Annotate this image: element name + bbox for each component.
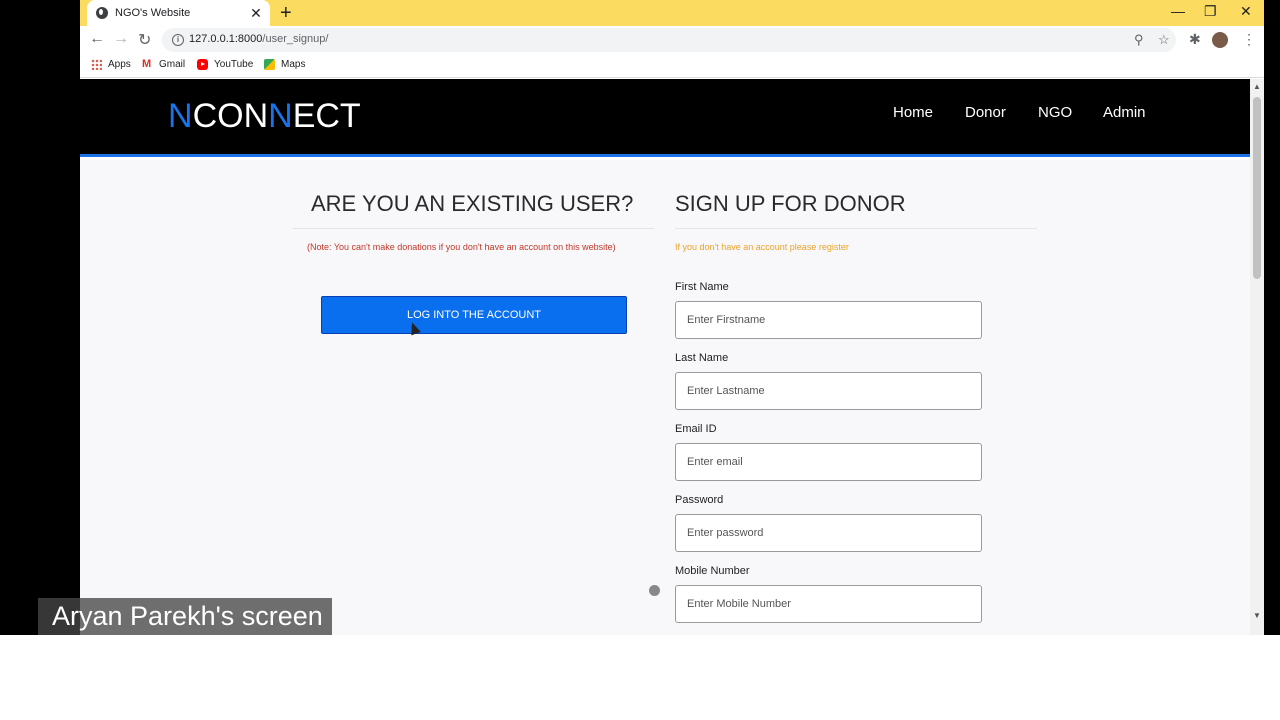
star-icon[interactable]: ☆ bbox=[1158, 32, 1170, 48]
divider bbox=[675, 228, 1037, 229]
menu-icon[interactable]: ⋮ bbox=[1242, 31, 1256, 48]
signup-heading: SIGN UP FOR DONOR bbox=[675, 191, 906, 216]
mobile-input[interactable] bbox=[675, 585, 982, 623]
nav-donor[interactable]: Donor bbox=[965, 104, 1006, 121]
nav-home[interactable]: Home bbox=[893, 104, 933, 121]
scroll-down-icon[interactable]: ▼ bbox=[1253, 611, 1261, 620]
site-logo[interactable]: NCONNECT bbox=[168, 97, 361, 136]
tab-title: NGO's Website bbox=[115, 7, 191, 19]
page-content: ARE YOU AN EXISTING USER? (Note: You can… bbox=[80, 160, 1250, 635]
bookmark-label: Gmail bbox=[159, 59, 186, 70]
existing-user-heading: ARE YOU AN EXISTING USER? bbox=[311, 191, 634, 216]
tab-strip: NGO's Website ✕ + — ❐ ✕ bbox=[80, 0, 1264, 26]
youtube-icon bbox=[197, 59, 208, 70]
logo-part: N bbox=[268, 97, 293, 135]
bookmarks-bar: Apps M Gmail YouTube Maps bbox=[80, 54, 1264, 78]
gmail-icon: M bbox=[142, 58, 152, 70]
minimize-button[interactable]: — bbox=[1171, 3, 1185, 19]
indicator-dot bbox=[649, 585, 660, 596]
last-name-input[interactable] bbox=[675, 372, 982, 410]
mobile-label: Mobile Number bbox=[675, 565, 750, 577]
address-bar[interactable]: i 127.0.0.1:8000/user_signup/ ⚲ ☆ bbox=[162, 28, 1176, 52]
new-tab-button[interactable]: + bbox=[280, 2, 292, 25]
url-text: 127.0.0.1:8000/user_signup/ bbox=[189, 33, 328, 45]
email-label: Email ID bbox=[675, 423, 717, 435]
tab-close-icon[interactable]: ✕ bbox=[248, 5, 264, 22]
url-host: 127.0.0.1:8000 bbox=[189, 33, 263, 45]
site-info-icon[interactable]: i bbox=[172, 34, 184, 46]
profile-avatar[interactable] bbox=[1212, 32, 1228, 48]
site-header: NCONNECT Home Donor NGO Admin bbox=[80, 79, 1250, 157]
password-input[interactable] bbox=[675, 514, 982, 552]
first-name-input[interactable] bbox=[675, 301, 982, 339]
scroll-up-icon[interactable]: ▲ bbox=[1253, 82, 1261, 91]
bookmark-label: Maps bbox=[281, 59, 306, 70]
password-label: Password bbox=[675, 494, 724, 506]
bookmark-youtube[interactable]: YouTube bbox=[197, 59, 253, 70]
screen-share-caption: Aryan Parekh's screen bbox=[38, 598, 332, 635]
divider bbox=[293, 228, 654, 229]
tab-ngo-website[interactable]: NGO's Website ✕ bbox=[87, 0, 270, 26]
left-letterbox bbox=[0, 0, 80, 635]
email-input[interactable] bbox=[675, 443, 982, 481]
extensions-icon[interactable]: ✱ bbox=[1189, 31, 1201, 48]
right-letterbox bbox=[1264, 0, 1280, 635]
page-scrollbar[interactable]: ▲ ▼ bbox=[1250, 79, 1264, 635]
bookmark-label: YouTube bbox=[214, 59, 254, 70]
logo-part: ECT bbox=[292, 97, 361, 135]
bookmark-gmail[interactable]: M Gmail bbox=[142, 58, 186, 71]
first-name-label: First Name bbox=[675, 281, 729, 293]
zoom-icon[interactable]: ⚲ bbox=[1134, 32, 1144, 48]
nav-admin[interactable]: Admin bbox=[1103, 104, 1146, 121]
browser-window: NGO's Website ✕ + — ❐ ✕ ← → ↻ i 127.0.0.… bbox=[80, 0, 1264, 635]
logo-part: CON bbox=[192, 97, 269, 135]
logo-part: N bbox=[168, 97, 193, 135]
bottom-area bbox=[0, 635, 1280, 720]
apps-icon bbox=[91, 59, 102, 70]
register-note: If you don't have an account please regi… bbox=[675, 242, 849, 252]
url-path: /user_signup/ bbox=[262, 33, 329, 45]
maps-icon bbox=[264, 59, 275, 70]
bookmark-maps[interactable]: Maps bbox=[264, 59, 305, 70]
bookmark-label: Apps bbox=[108, 59, 131, 70]
reload-button[interactable]: ↻ bbox=[138, 30, 151, 50]
forward-button[interactable]: → bbox=[113, 30, 129, 48]
login-button[interactable]: LOG INTO THE ACCOUNT bbox=[321, 296, 627, 334]
back-button[interactable]: ← bbox=[89, 30, 105, 48]
donation-note: (Note: You can't make donations if you d… bbox=[307, 242, 616, 252]
last-name-label: Last Name bbox=[675, 352, 729, 364]
bookmark-apps[interactable]: Apps bbox=[91, 59, 131, 70]
close-window-button[interactable]: ✕ bbox=[1240, 3, 1252, 20]
screen-share-frame: NGO's Website ✕ + — ❐ ✕ ← → ↻ i 127.0.0.… bbox=[0, 0, 1280, 720]
restore-button[interactable]: ❐ bbox=[1204, 3, 1217, 20]
scroll-thumb[interactable] bbox=[1253, 97, 1261, 279]
nav-ngo[interactable]: NGO bbox=[1038, 104, 1072, 121]
globe-icon bbox=[96, 7, 108, 19]
browser-toolbar: ← → ↻ i 127.0.0.1:8000/user_signup/ ⚲ ☆ … bbox=[80, 26, 1264, 54]
